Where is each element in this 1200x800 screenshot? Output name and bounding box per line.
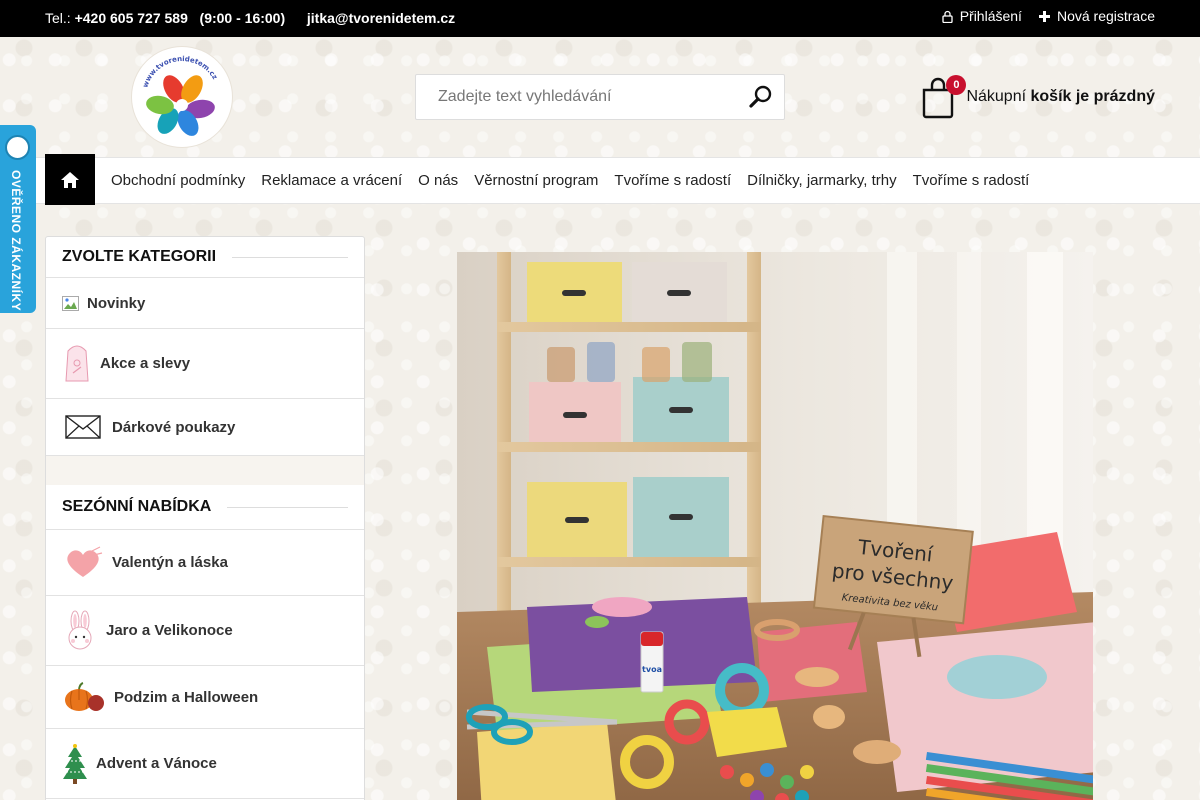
category-item-new[interactable]: Novinky: [46, 277, 364, 328]
envelope-icon: [62, 414, 104, 440]
category-item-autumn-halloween[interactable]: Podzim a Halloween: [46, 665, 364, 728]
category-item-spring-easter[interactable]: Jaro a Velikonoce: [46, 595, 364, 665]
category-label: Valentýn a láska: [112, 554, 228, 571]
heart-icon: [62, 544, 104, 581]
nav-item-returns[interactable]: Reklamace a vrácení: [253, 172, 410, 189]
nav-menu: Obchodní podmínky Reklamace a vrácení O …: [103, 158, 1037, 203]
hero-banner-image: Tvoření pro všechny Kreativita bez věku …: [457, 252, 1093, 800]
verified-badge-text: OVĚŘENO ZÁKAZNÍKY: [9, 170, 23, 312]
hands-logo-icon: www.tvorenidetem.cz: [141, 55, 219, 136]
home-icon: [61, 171, 79, 188]
broken-image-icon: [62, 295, 79, 311]
phone-link[interactable]: +420 605 727 589: [75, 10, 188, 26]
hero-banner[interactable]: Tvoření pro všechny Kreativita bez věku …: [457, 252, 1093, 800]
category-label: Novinky: [87, 294, 146, 312]
nav-item-workshops[interactable]: Dílničky, jarmarky, trhy: [739, 172, 904, 189]
login-link[interactable]: Přihlášení: [941, 8, 1022, 24]
cart-status: Nákupní košík je prázdný: [966, 88, 1155, 106]
nav-item-about[interactable]: O nás: [410, 172, 466, 189]
nav-item-loyalty[interactable]: Věrnostní program: [466, 172, 606, 189]
search-icon[interactable]: [748, 84, 774, 110]
glue-label: tvoa: [642, 665, 662, 674]
categories-heading-text: ZVOLTE KATEGORII: [62, 248, 217, 265]
category-label: Dárkové poukazy: [112, 418, 236, 436]
cart-label-status: košík je prázdný: [1030, 88, 1156, 105]
category-label: Jaro a Velikonoce: [106, 622, 233, 639]
site-logo[interactable]: www.tvorenidetem.cz: [132, 47, 232, 147]
verified-seal-icon: [5, 135, 30, 160]
category-item-sale[interactable]: Akce a slevy: [46, 328, 364, 398]
nav-item-creating-2[interactable]: Tvoříme s radostí: [905, 172, 1038, 189]
account-links: Přihlášení Nová registrace: [941, 8, 1155, 24]
cart-bag: 0: [920, 75, 967, 119]
search-input[interactable]: [416, 75, 736, 119]
categories-heading: ZVOLTE KATEGORII: [46, 237, 364, 277]
category-label: Akce a slevy: [100, 355, 191, 372]
section-spacer: [46, 455, 364, 485]
seasonal-heading: SEZÓNNÍ NABÍDKA: [46, 485, 364, 529]
phone-prefix: Tel.:: [45, 10, 71, 26]
register-label: Nová registrace: [1056, 8, 1155, 24]
opening-hours: (9:00 - 16:00): [199, 10, 286, 26]
category-item-gift-vouchers[interactable]: Dárkové poukazy: [46, 398, 364, 455]
seasonal-heading-text: SEZÓNNÍ NABÍDKA: [62, 498, 212, 515]
home-button[interactable]: [45, 154, 95, 205]
christmas-tree-icon: [62, 742, 88, 785]
lock-icon: [942, 10, 953, 23]
cart-label-prefix: Nákupní: [966, 88, 1027, 105]
verified-by-customers-badge[interactable]: OVĚŘENO ZÁKAZNÍKY: [0, 125, 36, 313]
category-label: Advent a Vánoce: [96, 755, 217, 772]
nav-item-creating[interactable]: Tvoříme s radostí: [606, 172, 739, 189]
heading-divider: [227, 506, 348, 508]
category-item-advent-christmas[interactable]: Advent a Vánoce: [46, 728, 364, 798]
login-label: Přihlášení: [959, 8, 1022, 24]
main-nav: Obchodní podmínky Reklamace a vrácení O …: [0, 154, 1200, 205]
heading-divider: [232, 256, 348, 258]
contact-info: Tel.: +420 605 727 589 (9:00 - 16:00) ji…: [45, 10, 455, 26]
category-label: Podzim a Halloween: [114, 688, 259, 706]
search-box: [415, 74, 785, 120]
cart-widget[interactable]: 0 Nákupní košík je prázdný: [920, 75, 1155, 119]
pumpkin-icon: [62, 680, 106, 714]
site-header: www.tvorenidetem.cz 0 Nákupní: [0, 37, 1200, 157]
category-sidebar: ZVOLTE KATEGORII Novinky Akce a slevy Dá…: [45, 236, 365, 800]
sale-tag-icon: [62, 342, 92, 385]
category-item-valentine[interactable]: Valentýn a láska: [46, 529, 364, 595]
bunny-icon: [62, 609, 98, 652]
email-link[interactable]: jitka@tvorenidetem.cz: [307, 10, 455, 26]
nav-item-terms[interactable]: Obchodní podmínky: [103, 172, 253, 189]
plus-icon: [1038, 10, 1050, 22]
top-bar: Tel.: +420 605 727 589 (9:00 - 16:00) ji…: [0, 0, 1200, 37]
register-link[interactable]: Nová registrace: [1038, 8, 1155, 24]
cart-count-badge: 0: [946, 75, 967, 95]
